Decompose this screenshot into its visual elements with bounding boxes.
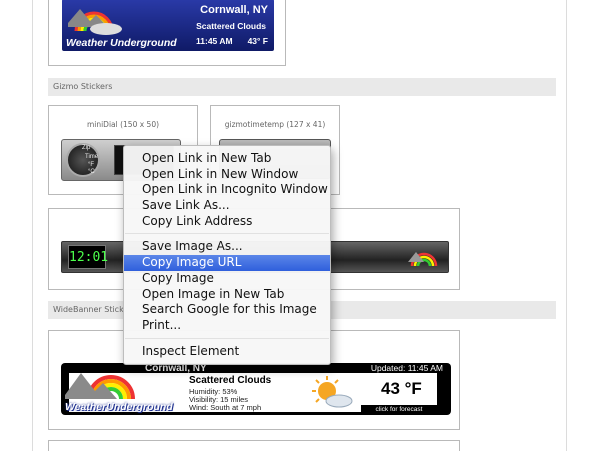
widebanner-sticker[interactable]: WeatherUnderground Cornwall, NY Updated:… — [61, 363, 451, 415]
menu-item-open-link-new-window[interactable]: Open Link in New Window — [124, 167, 330, 183]
banner-forecast-link[interactable]: click for forecast — [361, 405, 437, 415]
banner-wind: Wind: South at 7 mph — [189, 403, 262, 412]
banner-condition: Scattered Clouds — [189, 375, 272, 386]
top-condition: Scattered Clouds — [196, 21, 266, 31]
menu-item-open-link-incognito[interactable]: Open Link in Incognito Window — [124, 182, 330, 198]
menu-item-copy-image-url[interactable]: Copy Image URL — [124, 255, 330, 271]
menu-item-inspect-element[interactable]: Inspect Element — [124, 344, 330, 360]
menu-item-save-image-as[interactable]: Save Image As... — [124, 239, 330, 255]
section-header-gizmo: Gizmo Stickers — [48, 78, 556, 96]
dial-c-label: °C — [88, 169, 95, 175]
top-brand-logo: Weather Underground — [66, 37, 177, 49]
menu-item-open-link-new-tab[interactable]: Open Link in New Tab — [124, 151, 330, 167]
cloud-rainbow-icon — [65, 373, 135, 400]
menu-item-search-google-image[interactable]: Search Google for this Image — [124, 302, 330, 318]
banner-temp: 43 °F — [381, 379, 422, 398]
partly-cloudy-icon — [312, 376, 353, 408]
cloud-rainbow-icon — [68, 9, 122, 35]
banner-updated: Updated: 11:45 AM — [370, 363, 443, 373]
minidial-caption: miniDial (150 x 50) — [86, 120, 160, 129]
left-frame-line — [32, 0, 33, 451]
top-weather-widget[interactable]: Weather Underground Cornwall, NY Scatter… — [62, 0, 274, 51]
menu-separator — [125, 233, 329, 235]
menu-item-copy-link-address[interactable]: Copy Link Address — [124, 214, 330, 230]
dial-f-label: °F — [88, 162, 95, 168]
right-frame-line — [566, 0, 567, 451]
top-location: Cornwall, NY — [200, 4, 268, 16]
cloud-rainbow-icon — [408, 252, 438, 267]
next-sticker-box — [48, 440, 460, 451]
menu-separator — [125, 337, 329, 339]
dial-zip-label: Zip — [82, 145, 91, 151]
banner-brand-logo: WeatherUnderground — [65, 401, 173, 413]
context-menu: Open Link in New Tab Open Link in New Wi… — [123, 145, 331, 365]
lcd-time-display: 12:01 — [68, 245, 108, 269]
menu-item-open-image-new-tab[interactable]: Open Image in New Tab — [124, 287, 330, 303]
top-sticker-box: Weather Underground Cornwall, NY Scatter… — [48, 0, 286, 66]
menu-item-copy-image[interactable]: Copy Image — [124, 271, 330, 287]
gizmotimetemp-caption: gizmotimetemp (127 x 41) — [224, 120, 326, 129]
menu-item-save-link-as[interactable]: Save Link As... — [124, 198, 330, 214]
top-time: 11:45 AM — [196, 36, 233, 46]
top-temp: 43° F — [247, 36, 268, 46]
dial-time-label: Time — [85, 154, 99, 160]
menu-item-print[interactable]: Print... — [124, 318, 330, 334]
